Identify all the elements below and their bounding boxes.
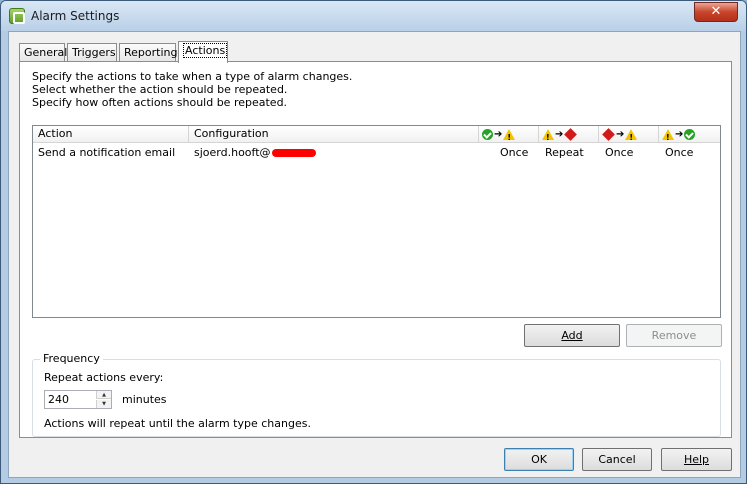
help-button[interactable]: Help (661, 448, 732, 471)
description-line-2: Select whether the action should be repe… (32, 83, 288, 96)
repeat-interval-stepper[interactable]: ▲ ▼ (44, 390, 112, 409)
arrow-right-icon: ➔ (616, 128, 625, 140)
tab-general-label: General (24, 46, 68, 59)
column-header-critical-to-warning[interactable]: ➔ (599, 126, 659, 146)
actions-tab-page: Specify the actions to take when a type … (19, 61, 732, 438)
table-row[interactable]: Send a notification email sjoerd.hooft@ … (33, 144, 720, 162)
minutes-label: minutes (122, 393, 167, 406)
column-header-warning-to-ok[interactable]: ➔ (659, 126, 721, 146)
warning-icon (625, 129, 638, 146)
help-button-label: Help (683, 453, 710, 466)
tab-reporting[interactable]: Reporting (119, 43, 178, 62)
ok-icon (684, 129, 696, 140)
description-line-1: Specify the actions to take when a type … (32, 70, 353, 83)
title-bar[interactable]: Alarm Settings ✕ (1, 1, 746, 31)
tab-actions-label: Actions (183, 43, 228, 58)
actions-grid[interactable]: Action Configuration ➔ ➔ ➔ (32, 125, 721, 318)
tab-triggers-label: Triggers (72, 46, 116, 59)
app-icon (9, 8, 25, 24)
arrow-right-icon: ➔ (555, 128, 564, 140)
warning-icon (542, 129, 554, 146)
alarm-settings-dialog: Alarm Settings ✕ General Triggers Report… (0, 0, 747, 484)
dialog-body: General Triggers Reporting Actions Speci… (8, 31, 741, 478)
description: Specify the actions to take when a type … (32, 70, 352, 109)
spin-down-icon[interactable]: ▼ (96, 400, 111, 408)
spin-up-icon[interactable]: ▲ (96, 391, 111, 399)
description-line-3: Specify how often actions should be repe… (32, 96, 288, 109)
add-button-label: Add (561, 329, 583, 342)
row-ok-to-warning[interactable]: Once (500, 146, 528, 159)
column-header-configuration[interactable]: Configuration (189, 126, 479, 143)
critical-icon (602, 128, 615, 141)
arrow-right-icon: ➔ (494, 128, 503, 140)
column-header-ok-to-warning[interactable]: ➔ (479, 126, 539, 146)
tab-actions[interactable]: Actions (178, 41, 228, 63)
redaction-mark (271, 149, 316, 157)
row-configuration: sjoerd.hooft@ (194, 146, 316, 159)
frequency-group: Frequency Repeat actions every: ▲ ▼ minu… (32, 352, 721, 437)
frequency-group-title: Frequency (40, 352, 103, 365)
ok-button[interactable]: OK (504, 448, 574, 471)
column-header-warning-to-critical[interactable]: ➔ (539, 126, 599, 146)
critical-icon (564, 128, 578, 141)
window-title: Alarm Settings (31, 9, 120, 23)
row-warning-to-ok[interactable]: Once (665, 146, 693, 159)
grid-header: Action Configuration ➔ ➔ ➔ (33, 126, 721, 146)
row-critical-to-warning[interactable]: Once (605, 146, 633, 159)
tab-reporting-label: Reporting (124, 46, 178, 59)
repeat-note: Actions will repeat until the alarm type… (44, 417, 311, 430)
remove-button-label: Remove (651, 329, 697, 342)
cancel-button[interactable]: Cancel (582, 448, 652, 471)
column-header-action[interactable]: Action (33, 126, 189, 143)
row-action: Send a notification email (38, 146, 176, 159)
ok-icon (482, 129, 493, 140)
warning-icon (503, 129, 516, 146)
row-configuration-email: sjoerd.hooft@ (194, 146, 271, 159)
remove-button[interactable]: Remove (626, 324, 722, 347)
tab-general[interactable]: General (19, 43, 68, 62)
close-button[interactable]: ✕ (694, 2, 738, 22)
warning-icon (662, 129, 674, 146)
row-warning-to-critical[interactable]: Repeat (545, 146, 584, 159)
add-button[interactable]: Add (524, 324, 620, 347)
repeat-actions-label: Repeat actions every: (44, 371, 164, 384)
repeat-interval-input[interactable] (45, 391, 95, 408)
arrow-right-icon: ➔ (675, 128, 684, 140)
tab-triggers[interactable]: Triggers (67, 43, 117, 62)
